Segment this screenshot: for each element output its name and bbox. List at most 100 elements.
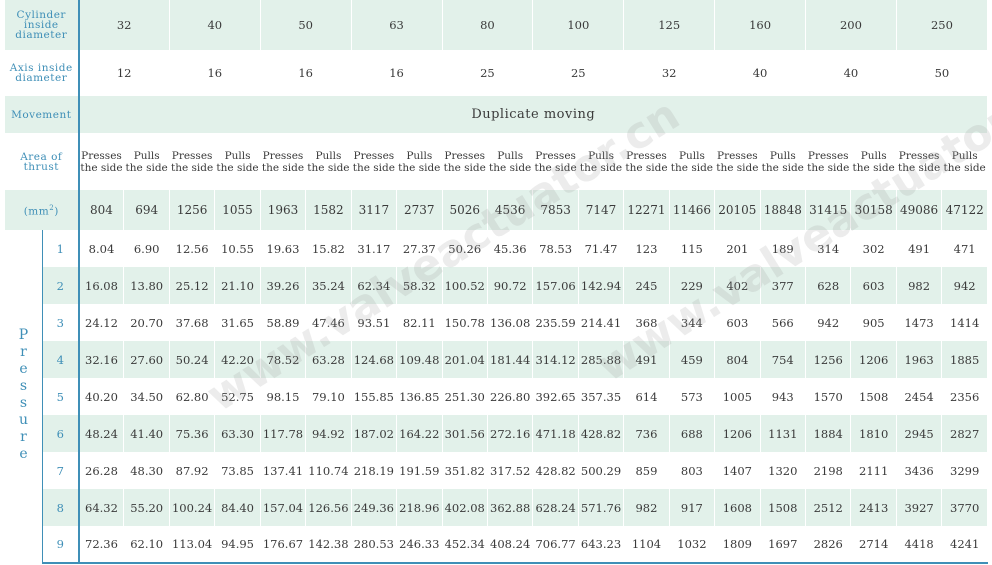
force-cell: 109.48	[396, 341, 443, 378]
axis-diameter-cell: 16	[350, 50, 443, 96]
force-cell: 2512	[804, 489, 852, 526]
force-cell: 113.04	[168, 526, 216, 564]
presses-side-header: Presses the side	[77, 133, 125, 190]
pressure-index: 2	[42, 267, 80, 304]
force-cell: 246.33	[396, 526, 443, 564]
area-cell: 2737	[396, 190, 443, 230]
force-cell: 471	[941, 230, 988, 267]
force-cell: 603	[714, 304, 761, 341]
axis-diameter-cell: 16	[259, 50, 352, 96]
force-cell: 2827	[941, 415, 988, 452]
force-cell: 3770	[941, 489, 988, 526]
force-cell: 245	[623, 267, 670, 304]
force-cell: 344	[668, 304, 716, 341]
force-cell: 157.06	[532, 267, 579, 304]
force-cell: 31.17	[350, 230, 398, 267]
force-cell: 2413	[850, 489, 897, 526]
axis-diameter-cell: 12	[78, 50, 170, 96]
force-cell: 408.24	[486, 526, 534, 564]
force-cell: 218.96	[396, 489, 443, 526]
presses-side-header: Presses the side	[259, 133, 307, 190]
force-cell: 402.08	[441, 489, 488, 526]
force-cell: 40.20	[77, 378, 125, 415]
pressure-row: 7 26.28 48.30 87.92 73.85 137.41 110.74 …	[5, 452, 988, 489]
cylinder-diameter-label: Cylinder inside diameter	[4, 0, 80, 50]
force-cell: 19.63	[259, 230, 307, 267]
force-cell: 272.16	[486, 415, 534, 452]
force-cell: 58.32	[396, 267, 443, 304]
presses-side-header: Presses the side	[895, 133, 943, 190]
force-cell: 3436	[895, 452, 943, 489]
pulls-side-header: Pulls the side	[396, 133, 443, 190]
force-cell: 2111	[850, 452, 897, 489]
force-cell: 4241	[941, 526, 988, 564]
force-cell: 1320	[759, 452, 807, 489]
force-cell: 71.47	[577, 230, 625, 267]
presses-side-header: Presses the side	[168, 133, 216, 190]
force-cell: 982	[895, 267, 943, 304]
force-cell: 628	[804, 267, 852, 304]
force-cell: 1104	[623, 526, 670, 564]
cylinder-diameter-cell: 50	[259, 0, 352, 50]
force-cell: 137.41	[259, 452, 307, 489]
force-cell: 93.51	[350, 304, 398, 341]
pressure-row: Pressure 1 8.04 6.90 12.56 10.55 19.63 1…	[4, 230, 988, 563]
force-cell: 251.30	[441, 378, 488, 415]
force-cell: 566	[759, 304, 807, 341]
force-cell: 285.88	[577, 341, 625, 378]
force-cell: 362.88	[486, 489, 534, 526]
axis-diameter-cell: 40	[714, 50, 806, 96]
cylinder-diameter-cell: 160	[714, 0, 806, 50]
pulls-side-header: Pulls the side	[577, 133, 625, 190]
force-cell: 94.95	[214, 526, 261, 564]
force-cell: 1256	[804, 341, 852, 378]
force-cell: 98.15	[259, 378, 307, 415]
force-cell: 142.38	[305, 526, 352, 564]
force-cell: 428.82	[577, 415, 625, 452]
force-cell: 1206	[714, 415, 761, 452]
force-cell: 201.04	[441, 341, 488, 378]
force-cell: 35.24	[305, 267, 352, 304]
force-cell: 614	[623, 378, 670, 415]
area-cell: 7853	[532, 190, 579, 230]
force-cell: 136.85	[396, 378, 443, 415]
force-cell: 55.20	[123, 489, 170, 526]
force-cell: 10.55	[214, 230, 261, 267]
movement-row: Movement Duplicate moving	[4, 96, 988, 133]
force-cell: 13.80	[123, 267, 170, 304]
force-cell: 62.34	[350, 267, 398, 304]
force-cell: 21.10	[214, 267, 261, 304]
force-cell: 6.90	[123, 230, 170, 267]
pressure-row: 3 24.12 20.70 37.68 31.65 58.89 47.46 93…	[5, 304, 988, 341]
presses-side-header: Presses the side	[623, 133, 670, 190]
force-cell: 123	[623, 230, 670, 267]
movement-value: Duplicate moving	[78, 96, 988, 133]
force-cell: 500.29	[577, 452, 625, 489]
axis-diameter-label: Axis inside diameter	[4, 50, 80, 96]
force-cell: 235.59	[532, 304, 579, 341]
force-cell: 428.82	[532, 452, 579, 489]
force-cell: 2714	[850, 526, 897, 564]
force-cell: 45.36	[486, 230, 534, 267]
force-cell: 301.56	[441, 415, 488, 452]
presses-side-header: Presses the side	[441, 133, 488, 190]
unit-post: )	[54, 205, 59, 218]
pressure-row: 9 72.36 62.10 113.04 94.95 176.67 142.38…	[5, 526, 988, 564]
force-cell: 100.24	[168, 489, 216, 526]
force-cell: 1206	[850, 341, 897, 378]
force-cell: 2454	[895, 378, 943, 415]
force-cell: 15.82	[305, 230, 352, 267]
force-cell: 3927	[895, 489, 943, 526]
pulls-side-header: Pulls the side	[941, 133, 988, 190]
area-cell: 1582	[305, 190, 352, 230]
force-cell: 126.56	[305, 489, 352, 526]
axis-row: Axis inside diameter 12 16 16 16 25 25 3…	[4, 50, 989, 96]
area-cell: 11466	[668, 190, 716, 230]
area-cell: 804	[77, 190, 125, 230]
pulls-side-header: Pulls the side	[486, 133, 534, 190]
force-cell: 1473	[895, 304, 943, 341]
force-cell: 73.85	[214, 452, 261, 489]
pulls-side-header: Pulls the side	[759, 133, 807, 190]
force-cell: 64.32	[77, 489, 125, 526]
force-cell: 736	[623, 415, 670, 452]
